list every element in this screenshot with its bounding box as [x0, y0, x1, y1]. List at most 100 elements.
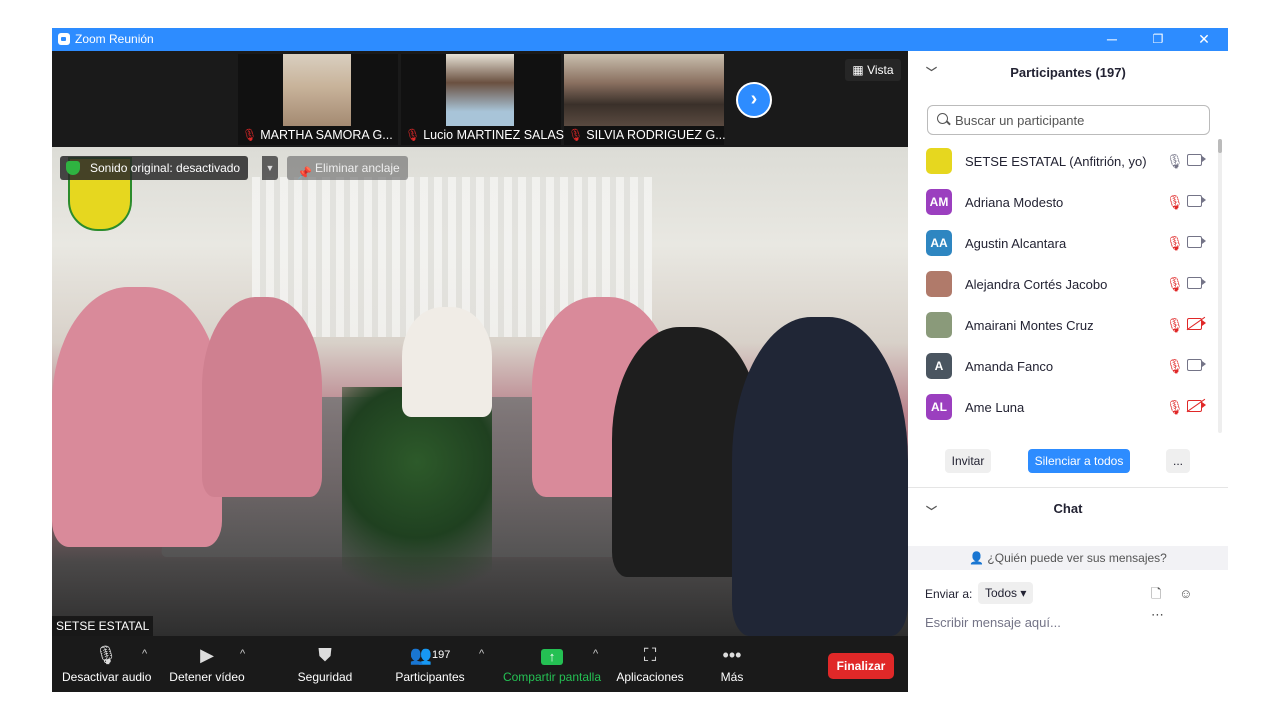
- participant-name: Ame Luna: [965, 400, 1025, 415]
- collapse-chevron-icon[interactable]: ﹀: [926, 503, 937, 519]
- participants-options-caret[interactable]: ^: [479, 648, 484, 660]
- participant-row[interactable]: Amairani Montes Cruz 🎙: [908, 305, 1216, 346]
- participant-row[interactable]: AL Ame Luna 🎙: [908, 387, 1216, 428]
- share-options-caret[interactable]: ^: [593, 648, 598, 660]
- attendee: [402, 307, 492, 417]
- original-sound-button[interactable]: Sonido original: desactivado: [60, 156, 249, 180]
- mic-icon[interactable]: 🎙: [1166, 153, 1184, 170]
- thumbnail-video[interactable]: 🎙 SILVIA RODRIGUEZ G...: [564, 54, 726, 145]
- participant-row[interactable]: Alejandra Cortés Jacobo 🎙: [908, 264, 1216, 305]
- search-icon: [937, 113, 948, 124]
- participant-name: SETSE ESTATAL (Anfitrión, yo): [965, 154, 1147, 169]
- end-meeting-button[interactable]: Finalizar: [828, 653, 894, 679]
- video-icon[interactable]: [1187, 154, 1206, 166]
- muted-mic-icon: 🎙: [242, 128, 258, 142]
- shield-icon: ⛊: [318, 645, 332, 665]
- video-off-icon[interactable]: [1187, 318, 1206, 330]
- participant-name: Amairani Montes Cruz: [965, 318, 1094, 333]
- participant-video-image: [564, 54, 724, 126]
- video-camera-icon: ▶: [200, 645, 214, 665]
- video-area: 🎙 MARTHA SAMORA G... 🎙 Lucio MARTINEZ SALA…: [52, 51, 908, 636]
- participants-button[interactable]: 👥197 Participantes: [392, 642, 468, 684]
- zoom-logo-icon: [58, 33, 70, 45]
- mute-all-button[interactable]: Silenciar a todos: [1028, 449, 1130, 473]
- muted-mic-icon[interactable]: 🎙: [1166, 235, 1184, 252]
- thumbnail-video[interactable]: 🎙 Lucio MARTINEZ SALAS: [401, 54, 565, 145]
- attendee: [202, 297, 322, 497]
- grid-icon: ▦: [852, 63, 868, 77]
- chat-header: ﹀ Chat: [908, 501, 1228, 519]
- avatar: AA: [926, 230, 952, 256]
- more-options-button[interactable]: ...: [1166, 449, 1190, 473]
- thumbnail-strip: 🎙 MARTHA SAMORA G... 🎙 Lucio MARTINEZ SALA…: [52, 51, 908, 147]
- avatar: A: [926, 353, 952, 379]
- share-screen-button[interactable]: ↑ Compartir pantalla: [501, 642, 603, 684]
- send-to-label: Enviar a:: [925, 587, 973, 601]
- window-title: Zoom Reunión: [75, 32, 154, 46]
- avatar: [926, 312, 952, 338]
- video-icon[interactable]: [1187, 359, 1206, 371]
- more-button[interactable]: ••• Más: [712, 642, 752, 684]
- participant-row[interactable]: A Amanda Fanco 🎙: [908, 346, 1216, 387]
- participant-video-image: [446, 54, 514, 126]
- participant-row[interactable]: AA Agustin Alcantara 🎙: [908, 223, 1216, 264]
- share-arrow-icon: ↑: [541, 649, 563, 665]
- chat-actions[interactable]: 🗋 ☺ ⋯: [1151, 585, 1228, 623]
- restore-button[interactable]: ❐: [1135, 28, 1181, 51]
- mute-audio-button[interactable]: 🎙 Desactivar audio: [62, 642, 151, 684]
- participants-count: 197: [432, 649, 451, 661]
- muted-mic-icon[interactable]: 🎙: [1166, 276, 1184, 293]
- audio-options-caret[interactable]: ^: [142, 648, 147, 660]
- muted-mic-icon[interactable]: 🎙: [1166, 194, 1184, 211]
- participant-name: Alejandra Cortés Jacobo: [965, 277, 1108, 292]
- muted-mic-icon[interactable]: 🎙: [1166, 317, 1184, 334]
- participant-name: Agustin Alcantara: [965, 236, 1067, 251]
- message-input[interactable]: Escribir mensaje aquí...: [925, 615, 1061, 630]
- participant-name: MARTHA SAMORA G...: [260, 128, 393, 142]
- security-button[interactable]: ⛊ Seguridad: [292, 642, 358, 684]
- video-icon[interactable]: [1187, 195, 1206, 207]
- participant-name: SILVIA RODRIGUEZ G...: [586, 128, 726, 142]
- original-sound-dropdown[interactable]: ▼: [262, 156, 278, 180]
- chevron-down-icon: ▾: [1017, 586, 1027, 600]
- view-button[interactable]: ▦ Vista: [845, 59, 901, 81]
- chat-title: Chat: [1053, 501, 1083, 516]
- title-bar: Zoom Reunión ─ ❐ ✕: [52, 28, 1228, 51]
- send-to-dropdown[interactable]: Todos ▾: [978, 582, 1034, 604]
- video-icon[interactable]: [1187, 236, 1206, 248]
- apps-button[interactable]: ⛶ Aplicaciones: [614, 642, 686, 684]
- avatar: AM: [926, 189, 952, 215]
- video-off-icon[interactable]: [1187, 400, 1206, 412]
- main-speaker-video: Sonido original: desactivado ▼ 📌 Elimina…: [52, 147, 908, 636]
- who-can-see-link[interactable]: 👤 ¿Quién puede ver sus mensajes?: [908, 546, 1228, 570]
- minimize-button[interactable]: ─: [1089, 28, 1135, 51]
- close-button[interactable]: ✕: [1181, 28, 1227, 51]
- video-icon[interactable]: [1187, 277, 1206, 289]
- unpin-button[interactable]: 📌 Eliminar anclaje: [287, 156, 408, 180]
- thumbnail-video[interactable]: 🎙 MARTHA SAMORA G...: [238, 54, 398, 145]
- participant-video-image: [283, 54, 351, 126]
- side-panel: ﹀ Participantes (197) Buscar un particip…: [908, 51, 1228, 692]
- attendee: [52, 287, 222, 547]
- speaker-name-label: SETSE ESTATAL: [52, 616, 154, 636]
- pin-icon: 📌: [297, 166, 312, 180]
- muted-mic-icon[interactable]: 🎙: [1166, 358, 1184, 375]
- divider: [908, 487, 1228, 488]
- participant-name: Lucio MARTINEZ SALAS: [423, 128, 565, 142]
- attendee: [732, 317, 908, 636]
- shield-icon: [66, 161, 80, 175]
- invite-button[interactable]: Invitar: [945, 449, 991, 473]
- next-page-button[interactable]: ›: [736, 82, 772, 118]
- muted-mic-icon[interactable]: 🎙: [1166, 399, 1184, 416]
- stop-video-button[interactable]: ▶ Detener vídeo: [168, 642, 246, 684]
- video-options-caret[interactable]: ^: [240, 648, 245, 660]
- zoom-window: Zoom Reunión ─ ❐ ✕ 🎙 MARTHA SAMORA G... 🎙…: [52, 28, 1228, 692]
- participant-list: SETSE ESTATAL (Anfitrión, yo) 🎙 AM Adriana …: [908, 141, 1216, 431]
- collapse-chevron-icon[interactable]: ﹀: [926, 51, 937, 95]
- participant-search-input[interactable]: Buscar un participante: [927, 105, 1210, 135]
- participant-name: Adriana Modesto: [965, 195, 1064, 210]
- participant-row[interactable]: AM Adriana Modesto 🎙: [908, 182, 1216, 223]
- participant-row[interactable]: SETSE ESTATAL (Anfitrión, yo) 🎙: [908, 141, 1216, 182]
- participant-list-scrollbar[interactable]: [1218, 139, 1222, 433]
- participants-icon: 👥: [409, 645, 433, 665]
